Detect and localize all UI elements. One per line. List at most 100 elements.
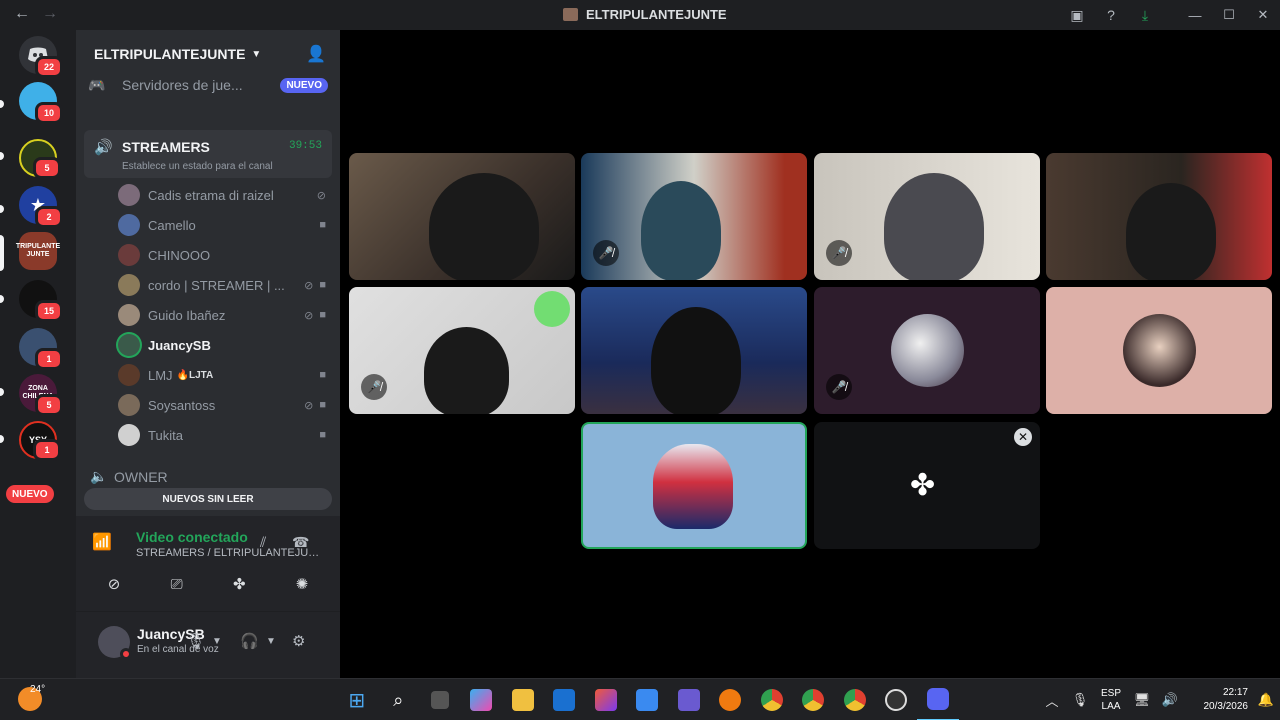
soundboard-icon[interactable]: ✺	[274, 568, 330, 600]
microphone-icon[interactable]: 🎙	[1066, 692, 1094, 708]
voice-member-self[interactable]: JuancySB	[118, 332, 332, 358]
voice-member[interactable]: Tukita ■	[118, 422, 332, 448]
close-window-button[interactable]: ✕	[1246, 0, 1280, 30]
camera-icon: ■	[319, 398, 326, 411]
server-icon-zona-chilena[interactable]: ZONA CHILENA 5	[19, 374, 63, 416]
language-indicator[interactable]: ESP LAA	[1094, 687, 1128, 713]
server-icon-bluebot[interactable]: 10	[19, 82, 63, 124]
outlook-icon[interactable]	[544, 679, 586, 720]
headphones-icon[interactable]: 🎧	[240, 632, 259, 650]
search-icon[interactable]: ⌕	[378, 679, 420, 720]
vlc-icon[interactable]	[710, 679, 752, 720]
avatar	[118, 184, 140, 206]
voice-member[interactable]: Soysantoss ⊘ ■	[118, 392, 332, 418]
muted-icon: ⊘	[304, 399, 314, 412]
muted-mic-icon: 🎤̸	[826, 374, 852, 400]
avatar	[118, 394, 140, 416]
video-tile[interactable]	[581, 287, 807, 414]
add-member-icon[interactable]: 👤	[306, 44, 326, 64]
notification-badge: 5	[33, 157, 61, 179]
network-icon[interactable]: 🖥	[1128, 692, 1156, 708]
close-icon[interactable]: ✕	[1014, 428, 1032, 446]
voice-channel-streamers[interactable]: 🔊 STREAMERS 39:53 Establece un estado pa…	[84, 130, 332, 178]
server-icon-dark[interactable]: 15	[19, 280, 63, 322]
voice-member[interactable]: Guido Ibañez ⊘ ■	[118, 302, 332, 328]
forward-arrow-icon[interactable]: →	[42, 5, 58, 23]
member-name: Camello	[148, 217, 196, 233]
muted-icon: ⊘	[304, 279, 314, 292]
chevron-up-icon[interactable]: ︿	[1038, 691, 1066, 710]
chrome-icon[interactable]	[834, 679, 876, 720]
voice-member[interactable]: Cadis etrama di raizel ⊘	[118, 182, 332, 208]
volume-icon[interactable]: 🔊	[1156, 692, 1184, 708]
server-icon-esports[interactable]: 1	[19, 328, 63, 370]
user-avatar[interactable]	[98, 626, 132, 660]
download-icon[interactable]: ⤓	[1128, 0, 1162, 30]
start-icon[interactable]: ⊞	[336, 679, 378, 720]
screen-share-icon[interactable]: ⎚	[149, 568, 205, 600]
maximize-button[interactable]: ☐	[1212, 0, 1246, 30]
chevron-down-icon[interactable]: ▼	[266, 636, 276, 647]
title-bar: ← → ELTRIPULANTEJUNTE ▣ ? ⤓ — ☐ ✕	[0, 0, 1280, 30]
video-tile[interactable]: 🎤̸	[814, 153, 1040, 280]
server-icon-tripulante[interactable]: TRIPULANTE JUNTE	[16, 232, 60, 270]
obs-icon[interactable]	[876, 679, 918, 720]
disconnect-icon[interactable]: ☎	[292, 534, 309, 551]
channel-status-input[interactable]: Establece un estado para el canal	[122, 161, 273, 172]
voice-member[interactable]: LMJ 🔥LJTA ■	[118, 362, 332, 388]
server-icon-star[interactable]: ★ 2	[19, 186, 63, 228]
video-tile[interactable]: 🎤̸	[349, 287, 575, 414]
new-servers-pill[interactable]: NUEVO	[6, 485, 54, 503]
browse-servers-label: Servidores de jue...	[122, 77, 243, 93]
category-label: OWNER	[114, 468, 168, 485]
camera-icon: ■	[319, 308, 326, 321]
discord-taskbar-icon[interactable]	[917, 679, 959, 720]
video-tile[interactable]	[1046, 153, 1272, 280]
activity-tile[interactable]: ✕ ✤	[814, 422, 1040, 549]
inbox-icon[interactable]: ▣	[1060, 0, 1094, 30]
video-tile[interactable]	[349, 153, 575, 280]
voice-member[interactable]: cordo | STREAMER | ... ⊘ ■	[118, 272, 332, 298]
title-bar-actions: ▣ ? ⤓ — ☐ ✕	[1060, 0, 1280, 30]
video-tile[interactable]: 🎤̸	[581, 153, 807, 280]
microphone-icon[interactable]: 🎙	[186, 632, 205, 650]
server-header[interactable]: ELTRIPULANTEJUNTE ▼ 👤	[76, 30, 340, 78]
member-name: Cadis etrama di raizel	[148, 187, 274, 203]
taskbar-apps: ⊞ ⌕	[336, 679, 959, 720]
voice-member[interactable]: CHINOOO	[118, 242, 332, 268]
system-tray: ︿ 🎙 ESP LAA 🖥 🔊 22:17 20/3/2026 🔔	[1038, 679, 1280, 720]
notifications-icon[interactable]: 🔔	[1256, 692, 1276, 708]
task-view-icon[interactable]	[419, 679, 461, 720]
activities-icon[interactable]: ✤	[211, 568, 267, 600]
camera-off-icon[interactable]: ⊘	[86, 568, 142, 600]
minimize-button[interactable]: —	[1178, 0, 1212, 30]
clock[interactable]: 22:17 20/3/2026	[1184, 686, 1249, 714]
browse-servers-row[interactable]: 🎮 Servidores de jue... NUEVO	[84, 76, 332, 94]
temperature: 24°	[30, 684, 46, 695]
category-owner[interactable]: 🔈 OWNER	[84, 468, 168, 485]
server-icon-ysy[interactable]: YSY 1	[19, 421, 61, 461]
store-icon[interactable]	[627, 679, 669, 720]
settings-gear-icon[interactable]: ⚙	[292, 632, 305, 650]
copilot-icon[interactable]	[461, 679, 503, 720]
new-unread-bar[interactable]: NUEVOS SIN LEER	[84, 488, 332, 510]
video-tile[interactable]: 🎤̸	[814, 287, 1040, 414]
file-explorer-icon[interactable]	[502, 679, 544, 720]
noise-suppression-icon[interactable]: ⫽	[260, 534, 266, 551]
direct-messages-icon[interactable]: 22	[19, 36, 63, 78]
video-tile[interactable]	[1046, 287, 1272, 414]
server-icon-yellow[interactable]: 5	[19, 139, 61, 179]
help-icon[interactable]: ?	[1094, 0, 1128, 30]
signal-icon[interactable]: 📶	[92, 532, 112, 552]
teams-icon[interactable]	[668, 679, 710, 720]
office-icon[interactable]	[585, 679, 627, 720]
chrome-icon[interactable]	[751, 679, 793, 720]
notification-badge: 2	[35, 206, 63, 228]
voice-member[interactable]: Camello ■	[118, 212, 332, 238]
muted-icon: ⊘	[304, 309, 314, 322]
avatar	[118, 304, 140, 326]
back-arrow-icon[interactable]: ←	[14, 5, 30, 23]
chevron-down-icon[interactable]: ▼	[212, 636, 222, 647]
video-tile-selected[interactable]	[581, 422, 807, 549]
chrome-icon[interactable]	[793, 679, 835, 720]
